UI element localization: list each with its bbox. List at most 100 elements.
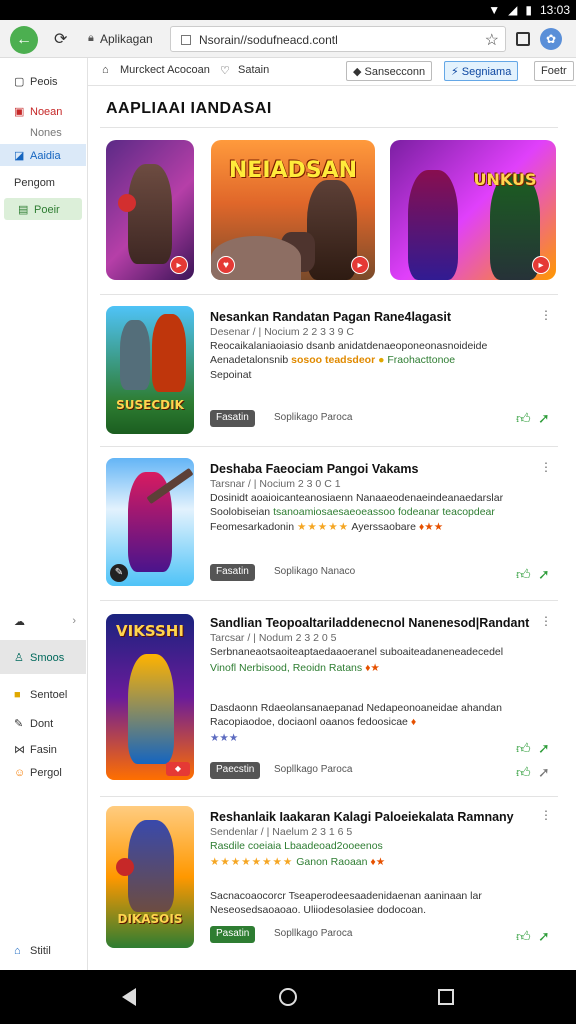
smiley-icon: ☺: [14, 767, 26, 779]
image-icon: ▤: [18, 204, 29, 216]
banner-game-1[interactable]: ▸: [106, 140, 194, 280]
edit-icon: ✎: [14, 718, 24, 730]
toolbar-item-satain[interactable]: Satain: [238, 64, 269, 76]
battery-icon: ▮: [525, 3, 532, 17]
share-icon[interactable]: ➚: [538, 410, 550, 427]
sidebar-item-smoos[interactable]: ♙ Smoos: [0, 640, 86, 674]
more-icon[interactable]: ⋮: [540, 308, 552, 322]
sidebar-item-sentoel[interactable]: ■ Sentoel: [0, 684, 86, 706]
card-meta: Desenar / | Nocium 2 2 3 3 9 C: [210, 326, 354, 338]
rating-stars: ★★★: [210, 732, 239, 744]
game-thumbnail[interactable]: DIKASOIS: [106, 806, 194, 948]
divider: [100, 294, 558, 295]
tab-title[interactable]: Aplikagan: [100, 32, 153, 46]
thumbs-up-icon[interactable]: 👍︎: [516, 410, 531, 427]
divider: [100, 127, 558, 128]
share-icon[interactable]: ➚: [538, 928, 550, 945]
card-title[interactable]: Reshanlaik Iaakaran Kalagi Paloeiekalata…: [210, 810, 514, 824]
thumbs-up-icon[interactable]: 👍︎: [516, 764, 531, 781]
home-nav-icon[interactable]: [279, 988, 297, 1006]
more-icon[interactable]: ⋮: [540, 614, 552, 628]
status-badge[interactable]: Fasatin: [210, 410, 255, 427]
sidebar-item-aaidia[interactable]: ◪ Aaidia: [0, 144, 86, 166]
play-badge-icon[interactable]: ▸: [170, 256, 188, 274]
play-badge-icon[interactable]: ♥: [217, 256, 235, 274]
list-item[interactable]: VIKSSHI ◆ Sandlian Teopoaltariladdenecno…: [100, 612, 558, 788]
card-title[interactable]: Sandlian Teopoaltariladdenecnol Naneneso…: [210, 616, 529, 630]
address-bar[interactable]: Nsorain//sodufneacd.contl ☆: [170, 26, 506, 52]
extension-icon[interactable]: ✿: [540, 28, 562, 50]
sidebar-item-pengom[interactable]: Pengom: [0, 172, 86, 194]
list-item[interactable]: ✎ Deshaba Faeociam Pangoi Vakams ⋮ Tarsn…: [100, 458, 558, 590]
status-badge[interactable]: Fasatin: [210, 564, 255, 581]
thumbs-up-icon[interactable]: 👍︎: [516, 928, 531, 945]
sidebar-item-pergol[interactable]: ☺ Pergol: [0, 762, 86, 784]
sidebar-item-stitil[interactable]: ⌂ Stitil: [0, 940, 86, 962]
toolbar-button-foetr[interactable]: Foetr: [534, 61, 574, 81]
bookmark-star-icon[interactable]: ☆: [485, 30, 499, 50]
back-button[interactable]: ←: [10, 26, 38, 54]
back-nav-icon[interactable]: [122, 988, 136, 1006]
reload-icon[interactable]: ⟳: [54, 29, 67, 49]
more-icon[interactable]: ⋮: [540, 460, 552, 474]
wifi-icon: ▼: [488, 3, 501, 17]
browser-toolbar: ← ⟳ 🔒︎ Aplikagan Nsorain//sodufneacd.con…: [0, 20, 576, 58]
banner-title: UNKUS: [473, 170, 537, 189]
page-icon: ▢: [14, 76, 25, 88]
tag-icon: ◆: [353, 66, 365, 78]
glove-art: [116, 858, 134, 876]
banner-game-3[interactable]: UNKUS ▸: [390, 140, 556, 280]
game-thumbnail[interactable]: SUSECDIK: [106, 306, 194, 434]
toolbar-item-market[interactable]: Murckect Acocoan: [120, 64, 210, 76]
card-subtitle: Sopllkago Paroca: [274, 764, 353, 775]
more-icon[interactable]: ⋮: [540, 808, 552, 822]
character-art: [408, 170, 458, 280]
card-meta: Tarsnar / | Nocium 2 3 0 C 1: [210, 478, 341, 490]
sidebar-item-dont[interactable]: ✎ Dont: [0, 712, 86, 734]
list-item[interactable]: SUSECDIK Nesankan Randatan Pagan Rane4la…: [100, 306, 558, 440]
sidebar-item-nones[interactable]: Nones: [0, 122, 86, 144]
bolt-icon: ⚡︎: [451, 66, 462, 78]
tabs-icon[interactable]: [516, 32, 530, 46]
status-badge[interactable]: Paecstin: [210, 762, 261, 779]
card-title[interactable]: Deshaba Faeociam Pangoi Vakams: [210, 462, 418, 476]
status-bar: ▼ ◢ ▮ 13:03: [0, 0, 576, 20]
sidebar-item-noean[interactable]: ▣ Noean: [0, 100, 86, 122]
toolbar-button-sansecconn[interactable]: ◆ Sansecconn: [346, 61, 433, 81]
edit-icon[interactable]: ✎: [110, 564, 128, 582]
share-icon[interactable]: ➚: [538, 566, 550, 583]
sidebar-item-peois[interactable]: ▢ Peois: [0, 70, 86, 92]
game-thumbnail[interactable]: VIKSSHI ◆: [106, 614, 194, 780]
play-badge-icon[interactable]: ▸: [351, 256, 369, 274]
thumbs-up-icon[interactable]: 👍︎: [516, 566, 531, 583]
character-art: [307, 180, 357, 280]
play-badge-icon[interactable]: ▸: [532, 256, 550, 274]
share-icon[interactable]: ➚: [538, 764, 550, 781]
folder-icon: ◪: [14, 150, 25, 162]
game-thumbnail[interactable]: ✎: [106, 458, 194, 586]
thumbs-up-icon[interactable]: 👍︎: [516, 740, 531, 757]
card-subtitle: Soplikago Paroca: [274, 412, 353, 423]
card-description: Reocaikalaniaoiasio dsanb anidatdenaeopo…: [210, 340, 488, 352]
banner-game-2[interactable]: NEIADSAN ♥ ▸: [211, 140, 375, 280]
sidebar-expand[interactable]: ☁ ›: [0, 610, 86, 632]
share-icon[interactable]: ➚: [538, 740, 550, 757]
card-title[interactable]: Nesankan Randatan Pagan Rane4lagasit: [210, 310, 451, 324]
status-badge[interactable]: Pasatin: [210, 926, 256, 943]
character-art: [128, 654, 174, 764]
recents-nav-icon[interactable]: [438, 989, 454, 1005]
url-text: Nsorain//sodufneacd.contl: [199, 33, 338, 47]
toolbar-button-segniama[interactable]: ⚡︎ Segniama: [444, 61, 519, 81]
sidebar-item-fasin[interactable]: ⋈ Fasin: [0, 738, 86, 760]
page-icon: [181, 35, 191, 45]
content-toolbar: ⌂ Murckect Acocoan ♡ Satain ◆ Sansecconn…: [88, 58, 576, 86]
card-description: Feomesarkadonin ★★★★★ Ayerssaobare ♦★★: [210, 521, 444, 533]
list-item[interactable]: DIKASOIS Reshanlaik Iaakaran Kalagi Palo…: [100, 806, 558, 958]
sidebar: ▢ Peois ▣ Noean Nones ◪ Aaidia Pengom ▤ Poei…: [0, 58, 88, 970]
rating-badge: ◆: [166, 762, 190, 776]
banner-title: NEIADSAN: [228, 158, 358, 183]
card-description: Soolobiseian tsanoamiosaesaeoeassoo fode…: [210, 506, 495, 518]
card-description: Neseosedsaoaoao. Uliiodesolasiee dodocoa…: [210, 904, 426, 916]
home-icon: ⌂: [14, 945, 21, 957]
sidebar-item-poeir[interactable]: ▤ Poeir: [4, 198, 82, 220]
